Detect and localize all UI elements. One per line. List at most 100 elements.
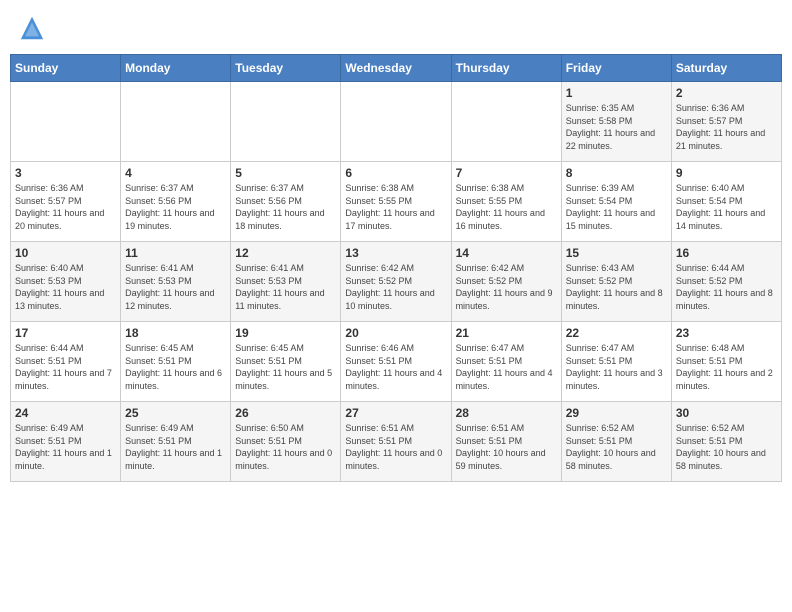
- cell-info: Sunrise: 6:38 AM Sunset: 5:55 PM Dayligh…: [345, 182, 446, 232]
- column-header-sunday: Sunday: [11, 55, 121, 82]
- calendar-cell: [451, 82, 561, 162]
- cell-info: Sunrise: 6:47 AM Sunset: 5:51 PM Dayligh…: [566, 342, 667, 392]
- calendar-cell: 3 Sunrise: 6:36 AM Sunset: 5:57 PM Daylig…: [11, 162, 121, 242]
- calendar-cell: 29 Sunrise: 6:52 AM Sunset: 5:51 PM Dayli…: [561, 402, 671, 482]
- day-number: 6: [345, 166, 446, 180]
- calendar-cell: 5Sunrise: 6:37 AM Sunset: 5:56 PM Daylig…: [231, 162, 341, 242]
- calendar-cell: 28Sunrise: 6:51 AM Sunset: 5:51 PM Dayli…: [451, 402, 561, 482]
- cell-info: Sunrise: 6:49 AM Sunset: 5:51 PM Dayligh…: [125, 422, 226, 472]
- calendar-cell: 7 Sunrise: 6:38 AM Sunset: 5:55 PM Daylig…: [451, 162, 561, 242]
- cell-info: Sunrise: 6:36 AM Sunset: 5:57 PM Dayligh…: [15, 182, 116, 232]
- day-number: 18: [125, 326, 226, 340]
- day-number: 22: [566, 326, 667, 340]
- day-number: 7: [456, 166, 557, 180]
- calendar-cell: 11 Sunrise: 6:41 AM Sunset: 5:53 PM Dayli…: [121, 242, 231, 322]
- day-number: 24: [15, 406, 116, 420]
- cell-info: Sunrise: 6:40 AM Sunset: 5:53 PM Dayligh…: [15, 262, 116, 312]
- cell-info: Sunrise: 6:41 AM Sunset: 5:53 PM Dayligh…: [125, 262, 226, 312]
- day-number: 27: [345, 406, 446, 420]
- day-number: 11: [125, 246, 226, 260]
- page-header: [10, 10, 782, 46]
- calendar-cell: 18 Sunrise: 6:45 AM Sunset: 5:51 PM Dayli…: [121, 322, 231, 402]
- calendar-cell: [341, 82, 451, 162]
- calendar-table: SundayMondayTuesdayWednesdayThursdayFrid…: [10, 54, 782, 482]
- calendar-week-row: 10 Sunrise: 6:40 AM Sunset: 5:53 PM Dayli…: [11, 242, 782, 322]
- cell-info: Sunrise: 6:36 AM Sunset: 5:57 PM Dayligh…: [676, 102, 777, 152]
- cell-info: Sunrise: 6:43 AM Sunset: 5:52 PM Dayligh…: [566, 262, 667, 312]
- day-number: 8: [566, 166, 667, 180]
- day-number: 25: [125, 406, 226, 420]
- logo: [18, 14, 48, 42]
- day-number: 28: [456, 406, 557, 420]
- cell-info: Sunrise: 6:51 AM Sunset: 5:51 PM Dayligh…: [345, 422, 446, 472]
- calendar-cell: [11, 82, 121, 162]
- calendar-cell: 6 Sunrise: 6:38 AM Sunset: 5:55 PM Daylig…: [341, 162, 451, 242]
- day-number: 14: [456, 246, 557, 260]
- day-number: 3: [15, 166, 116, 180]
- calendar-cell: 23Sunrise: 6:48 AM Sunset: 5:51 PM Dayli…: [671, 322, 781, 402]
- calendar-cell: [231, 82, 341, 162]
- cell-info: Sunrise: 6:35 AM Sunset: 5:58 PM Dayligh…: [566, 102, 667, 152]
- cell-info: Sunrise: 6:41 AM Sunset: 5:53 PM Dayligh…: [235, 262, 336, 312]
- calendar-cell: 8 Sunrise: 6:39 AM Sunset: 5:54 PM Daylig…: [561, 162, 671, 242]
- calendar-week-row: 17 Sunrise: 6:44 AM Sunset: 5:51 PM Dayli…: [11, 322, 782, 402]
- cell-info: Sunrise: 6:45 AM Sunset: 5:51 PM Dayligh…: [125, 342, 226, 392]
- day-number: 16: [676, 246, 777, 260]
- day-number: 4: [125, 166, 226, 180]
- cell-info: Sunrise: 6:52 AM Sunset: 5:51 PM Dayligh…: [676, 422, 777, 472]
- column-header-thursday: Thursday: [451, 55, 561, 82]
- calendar-week-row: 24 Sunrise: 6:49 AM Sunset: 5:51 PM Dayli…: [11, 402, 782, 482]
- cell-info: Sunrise: 6:38 AM Sunset: 5:55 PM Dayligh…: [456, 182, 557, 232]
- day-number: 1: [566, 86, 667, 100]
- cell-info: Sunrise: 6:50 AM Sunset: 5:51 PM Dayligh…: [235, 422, 336, 472]
- cell-info: Sunrise: 6:37 AM Sunset: 5:56 PM Dayligh…: [125, 182, 226, 232]
- calendar-cell: 26Sunrise: 6:50 AM Sunset: 5:51 PM Dayli…: [231, 402, 341, 482]
- column-header-saturday: Saturday: [671, 55, 781, 82]
- calendar-cell: 10 Sunrise: 6:40 AM Sunset: 5:53 PM Dayli…: [11, 242, 121, 322]
- calendar-cell: [121, 82, 231, 162]
- day-number: 17: [15, 326, 116, 340]
- cell-info: Sunrise: 6:44 AM Sunset: 5:52 PM Dayligh…: [676, 262, 777, 312]
- calendar-cell: 24 Sunrise: 6:49 AM Sunset: 5:51 PM Dayli…: [11, 402, 121, 482]
- column-header-wednesday: Wednesday: [341, 55, 451, 82]
- day-number: 29: [566, 406, 667, 420]
- calendar-cell: 13Sunrise: 6:42 AM Sunset: 5:52 PM Dayli…: [341, 242, 451, 322]
- cell-info: Sunrise: 6:46 AM Sunset: 5:51 PM Dayligh…: [345, 342, 446, 392]
- column-header-tuesday: Tuesday: [231, 55, 341, 82]
- calendar-cell: 2 Sunrise: 6:36 AM Sunset: 5:57 PM Daylig…: [671, 82, 781, 162]
- cell-info: Sunrise: 6:52 AM Sunset: 5:51 PM Dayligh…: [566, 422, 667, 472]
- day-number: 20: [345, 326, 446, 340]
- calendar-cell: 17 Sunrise: 6:44 AM Sunset: 5:51 PM Dayli…: [11, 322, 121, 402]
- calendar-header-row: SundayMondayTuesdayWednesdayThursdayFrid…: [11, 55, 782, 82]
- day-number: 2: [676, 86, 777, 100]
- cell-info: Sunrise: 6:42 AM Sunset: 5:52 PM Dayligh…: [345, 262, 446, 312]
- cell-info: Sunrise: 6:49 AM Sunset: 5:51 PM Dayligh…: [15, 422, 116, 472]
- calendar-cell: 22 Sunrise: 6:47 AM Sunset: 5:51 PM Dayli…: [561, 322, 671, 402]
- day-number: 30: [676, 406, 777, 420]
- calendar-week-row: 3 Sunrise: 6:36 AM Sunset: 5:57 PM Daylig…: [11, 162, 782, 242]
- cell-info: Sunrise: 6:39 AM Sunset: 5:54 PM Dayligh…: [566, 182, 667, 232]
- calendar-cell: 15Sunrise: 6:43 AM Sunset: 5:52 PM Dayli…: [561, 242, 671, 322]
- cell-info: Sunrise: 6:40 AM Sunset: 5:54 PM Dayligh…: [676, 182, 777, 232]
- day-number: 10: [15, 246, 116, 260]
- column-header-monday: Monday: [121, 55, 231, 82]
- calendar-cell: 12Sunrise: 6:41 AM Sunset: 5:53 PM Dayli…: [231, 242, 341, 322]
- cell-info: Sunrise: 6:45 AM Sunset: 5:51 PM Dayligh…: [235, 342, 336, 392]
- calendar-cell: 14Sunrise: 6:42 AM Sunset: 5:52 PM Dayli…: [451, 242, 561, 322]
- day-number: 5: [235, 166, 336, 180]
- cell-info: Sunrise: 6:48 AM Sunset: 5:51 PM Dayligh…: [676, 342, 777, 392]
- day-number: 21: [456, 326, 557, 340]
- calendar-cell: 1 Sunrise: 6:35 AM Sunset: 5:58 PM Daylig…: [561, 82, 671, 162]
- calendar-cell: 19 Sunrise: 6:45 AM Sunset: 5:51 PM Dayli…: [231, 322, 341, 402]
- calendar-week-row: 1 Sunrise: 6:35 AM Sunset: 5:58 PM Daylig…: [11, 82, 782, 162]
- day-number: 19: [235, 326, 336, 340]
- day-number: 9: [676, 166, 777, 180]
- calendar-cell: 20 Sunrise: 6:46 AM Sunset: 5:51 PM Dayli…: [341, 322, 451, 402]
- calendar-cell: 27 Sunrise: 6:51 AM Sunset: 5:51 PM Dayli…: [341, 402, 451, 482]
- cell-info: Sunrise: 6:44 AM Sunset: 5:51 PM Dayligh…: [15, 342, 116, 392]
- cell-info: Sunrise: 6:47 AM Sunset: 5:51 PM Dayligh…: [456, 342, 557, 392]
- logo-icon: [18, 14, 46, 42]
- calendar-cell: 21 Sunrise: 6:47 AM Sunset: 5:51 PM Dayli…: [451, 322, 561, 402]
- column-header-friday: Friday: [561, 55, 671, 82]
- calendar-cell: 25 Sunrise: 6:49 AM Sunset: 5:51 PM Dayli…: [121, 402, 231, 482]
